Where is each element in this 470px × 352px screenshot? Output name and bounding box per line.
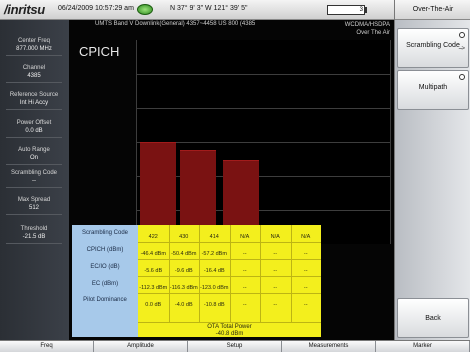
menu-tab-marker[interactable]: Marker	[376, 341, 470, 352]
table-cell: 430	[179, 234, 189, 240]
table-cell: -57.2 dBm	[201, 251, 227, 257]
table-grid: 422 430 414 N/A N/A N/A -46.4 dBm -50.4 dBm -57.…	[138, 225, 321, 322]
table-cell: --	[303, 302, 308, 308]
param-reference-source: Reference Source Int Hi Accy	[2, 92, 66, 110]
datetime: 06/24/2009 10:57:29 am	[58, 5, 134, 12]
table-cell: --	[303, 268, 308, 274]
param-max-spread: Max Spread 512	[2, 197, 66, 215]
table-cell: 422	[148, 234, 158, 240]
table-cell: -46.4 dBm	[140, 251, 166, 257]
param-center-freq: Center Freq 877.000 MHz	[2, 38, 66, 56]
param-value: -21.5 dB	[22, 233, 46, 240]
table-cell: --	[242, 285, 247, 291]
submenu-arrow-icon: --->	[458, 46, 465, 52]
multipath-label: Multipath	[418, 84, 448, 91]
instrument-screen: /inritsu 06/24/2009 10:57:29 am N 37° 9'…	[0, 0, 470, 352]
cpich-table: Scrambling Code CPICH (dBm) EC/IO (dB) E…	[72, 225, 321, 337]
table-cell: --	[303, 285, 308, 291]
back-button[interactable]: Back	[397, 298, 469, 338]
table-cell: -10.8 dB	[203, 302, 225, 308]
param-value: 512	[28, 204, 39, 211]
menu-tab-amplitude[interactable]: Amplitude	[94, 341, 188, 352]
table-cell: -112.3 dBm	[139, 285, 168, 291]
table-cell: -116.3 dBm	[169, 285, 198, 291]
param-power-offset: Power Offset 0.0 dB	[2, 120, 66, 138]
table-cell: --	[303, 251, 308, 257]
menu-tab-freq[interactable]: Freq	[0, 341, 94, 352]
table-cell: --	[273, 268, 278, 274]
back-label: Back	[425, 315, 441, 322]
table-cell: -50.4 dBm	[171, 251, 197, 257]
anritsu-logo: /inritsu	[4, 2, 45, 17]
gridline	[136, 74, 391, 75]
param-value: 0.0 dB	[25, 127, 43, 134]
param-auto-range: Auto Range On	[2, 147, 66, 165]
table-cell: 0.0 dB	[145, 302, 162, 308]
param-value: Int Hi Accy	[19, 99, 49, 106]
table-cell: -4.0 dB	[174, 302, 193, 308]
param-threshold: Threshold -21.5 dB	[2, 226, 66, 244]
ota-label: OTA Total Power	[207, 324, 252, 330]
battery-label: 3	[359, 7, 363, 13]
param-label: Channel	[22, 65, 46, 71]
param-label: Threshold	[20, 226, 48, 232]
table-cell: N/A	[240, 234, 250, 240]
param-label: Center Freq	[17, 38, 50, 44]
ota-total-power: OTA Total Power -40.8 dBm	[138, 322, 321, 337]
gridline	[136, 108, 391, 109]
table-cell: --	[242, 302, 247, 308]
table-cell: N/A	[301, 234, 311, 240]
table-cell: N/A	[270, 234, 280, 240]
param-label: Max Spread	[17, 197, 51, 203]
plot-border	[136, 40, 137, 244]
param-label: Power Offset	[16, 120, 52, 126]
param-channel: Channel 4385	[2, 65, 66, 83]
table-cell: --	[273, 251, 278, 257]
param-value: 4385	[27, 72, 41, 79]
param-label: Scrambling Code	[10, 170, 58, 176]
table-cell: -5.6 dB	[144, 268, 163, 274]
menu-title: Over-The-Air	[395, 0, 470, 20]
cpich-bar-plot	[136, 40, 391, 244]
table-cell: --	[242, 268, 247, 274]
table-cell: -9.6 dB	[174, 268, 193, 274]
radio-icon	[459, 74, 465, 80]
table-cell: -16.4 dB	[203, 268, 225, 274]
page-title: CPICH	[79, 44, 120, 59]
mode-standard: WCDMA/HSDPA	[344, 22, 390, 28]
scrambling-code-button[interactable]: Scrambling Code --->	[397, 28, 469, 68]
param-label: Reference Source	[9, 92, 59, 98]
menu-tab-measurements[interactable]: Measurements	[282, 341, 376, 352]
gps-icon	[137, 4, 153, 15]
menu-tab-setup[interactable]: Setup	[188, 341, 282, 352]
gps-coordinates: N 37° 9' 3" W 121° 39' 5"	[170, 5, 248, 12]
table-row-labels: Scrambling Code CPICH (dBm) EC/IO (dB) E…	[72, 225, 138, 337]
row-label-ec: EC (dBm)	[91, 281, 119, 287]
param-value: 877.000 MHz	[16, 45, 52, 52]
mode-info: WCDMA/HSDPA Over The Air	[345, 21, 390, 37]
status-bar: /inritsu 06/24/2009 10:57:29 am N 37° 9'…	[0, 0, 394, 20]
param-value: On	[29, 154, 38, 161]
row-label-scrambling-code: Scrambling Code	[81, 230, 129, 236]
table-cell: -123.0 dBm	[200, 285, 229, 291]
row-label-ecio: EC/IO (dB)	[90, 264, 120, 270]
row-label-pilot-dominance: Pilot Dominance	[83, 297, 127, 303]
multipath-button[interactable]: Multipath	[397, 70, 469, 110]
parameter-panel: Center Freq 877.000 MHz Channel 4385 Ref…	[0, 20, 69, 340]
param-scrambling-code: Scrambling Code --	[2, 170, 66, 188]
param-label: Auto Range	[18, 147, 50, 153]
bottom-menu: Freq Amplitude Setup Measurements Marker	[0, 340, 470, 352]
table-cell: 414	[209, 234, 219, 240]
scrambling-code-label: Scrambling Code	[406, 42, 460, 49]
ota-value: -40.8 dBm	[215, 331, 244, 337]
mode-view: Over The Air	[356, 30, 390, 36]
row-label-cpich: CPICH (dBm)	[86, 247, 124, 253]
battery-tip	[365, 7, 367, 13]
table-cell: --	[273, 302, 278, 308]
table-cell: --	[242, 251, 247, 257]
param-value: --	[32, 177, 36, 184]
softkey-panel: Over-The-Air Scrambling Code ---> Multip…	[394, 0, 470, 340]
plot-border	[390, 40, 391, 244]
table-cell: --	[273, 285, 278, 291]
